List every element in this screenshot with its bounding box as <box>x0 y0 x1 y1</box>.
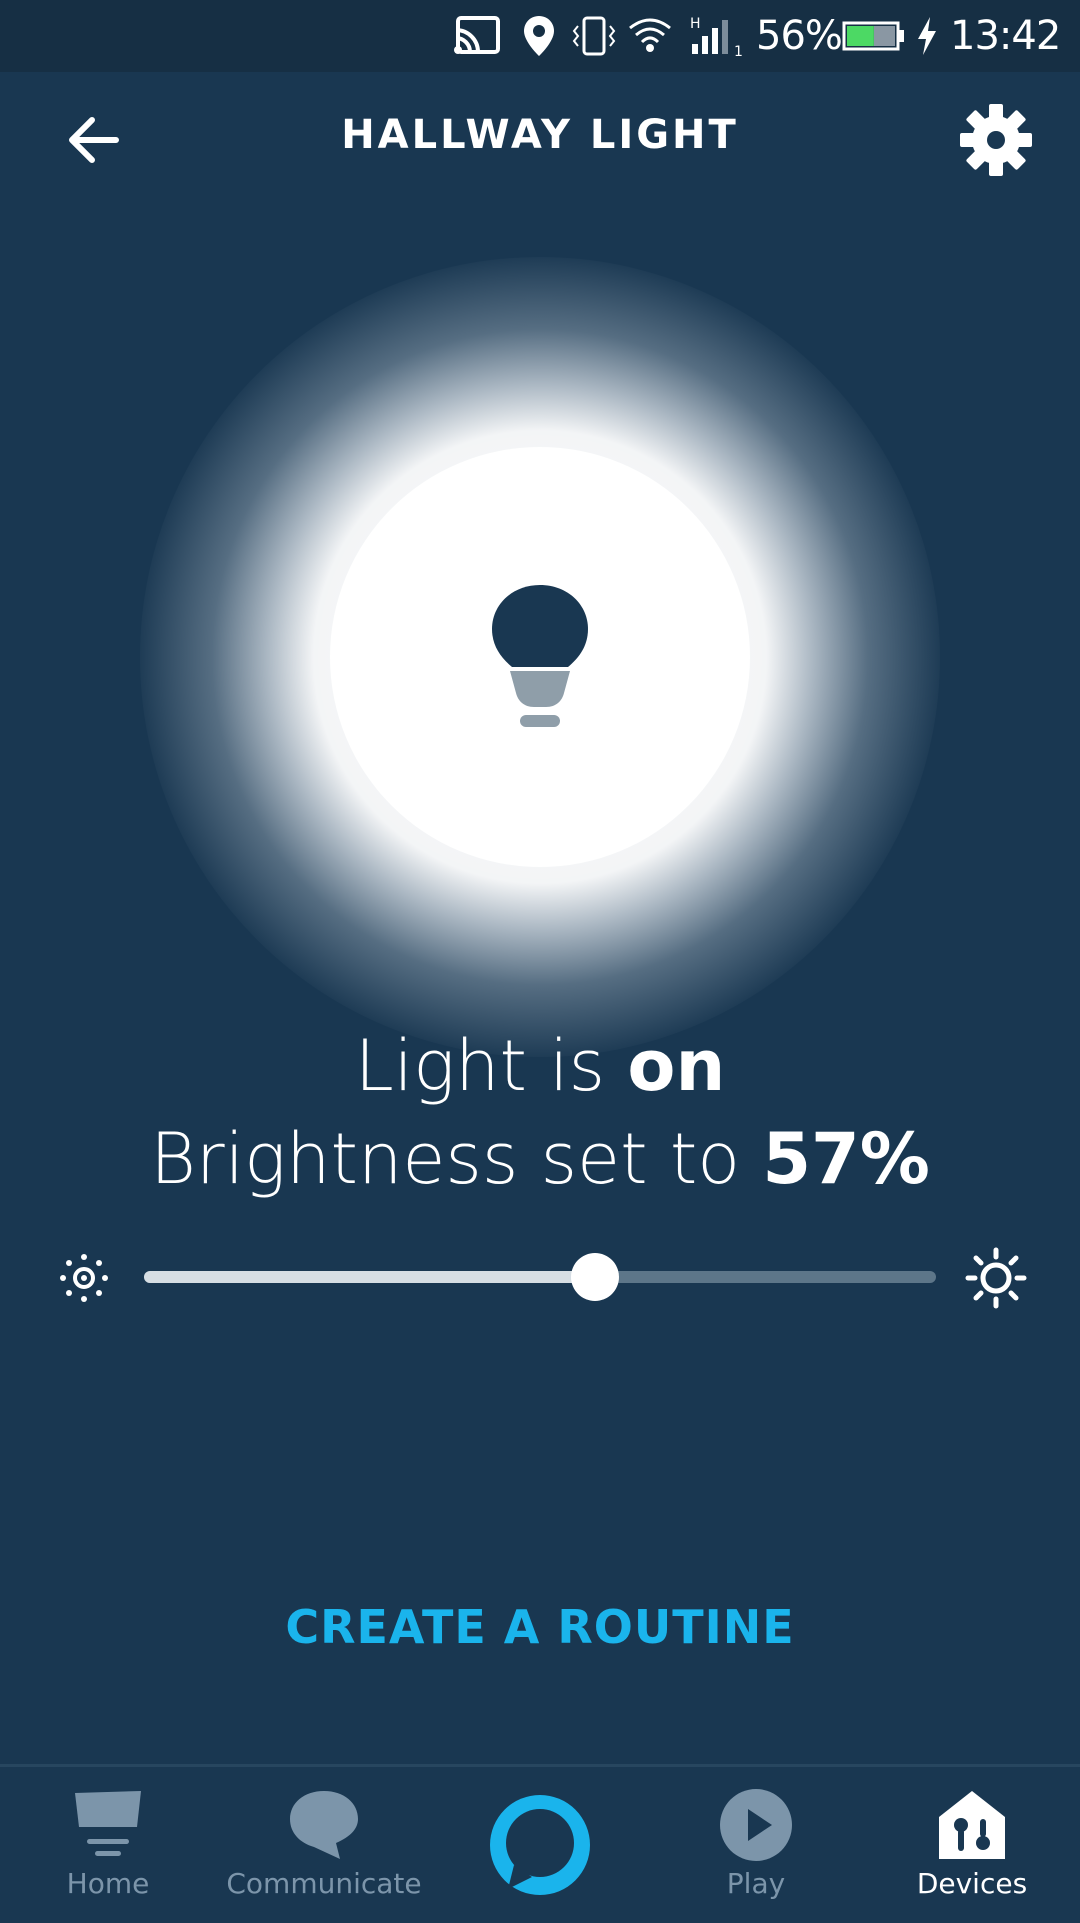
bright-sun-icon <box>965 1247 1027 1309</box>
location-icon <box>522 12 556 60</box>
battery-icon <box>842 12 906 60</box>
vibrate-icon <box>572 12 616 60</box>
light-bulb-icon <box>490 583 590 733</box>
battery-percent: 56% <box>756 13 843 59</box>
charging-icon <box>914 12 940 60</box>
create-routine-button[interactable]: CREATE A ROUTINE <box>0 1600 1080 1654</box>
brightness-slider-thumb[interactable] <box>571 1253 620 1301</box>
nav-alexa[interactable] <box>432 1767 648 1923</box>
signal-icon: H 1 <box>688 12 746 60</box>
nav-play[interactable]: Play <box>648 1767 864 1923</box>
alexa-icon <box>488 1793 592 1901</box>
speech-bubble-icon <box>288 1789 360 1865</box>
cast-icon <box>452 12 502 60</box>
svg-text:1: 1 <box>734 44 743 58</box>
play-icon <box>720 1789 792 1865</box>
brightness-slider[interactable] <box>144 1253 936 1301</box>
light-state-prefix: Light is <box>354 1025 628 1107</box>
devices-icon <box>937 1789 1007 1865</box>
nav-home-label: Home <box>66 1867 150 1900</box>
brightness-text: Brightness set to 57% <box>0 1118 1080 1200</box>
clock: 13:42 <box>950 13 1061 59</box>
home-icon <box>73 1789 143 1865</box>
network-type: H <box>690 16 701 32</box>
brightness-value: 57% <box>762 1118 930 1200</box>
nav-communicate-label: Communicate <box>226 1867 422 1900</box>
light-state-text: Light is on <box>0 1025 1080 1107</box>
status-bar: H 1 56% 13:42 <box>0 0 1080 72</box>
bottom-nav: Home Communicate Play Devices <box>0 1764 1080 1923</box>
nav-communicate[interactable]: Communicate <box>216 1767 432 1923</box>
page-title: HALLWAY LIGHT <box>341 112 739 158</box>
nav-play-label: Play <box>726 1867 786 1900</box>
header: HALLWAY LIGHT <box>0 72 1080 204</box>
dim-sun-icon <box>58 1252 110 1304</box>
brightness-prefix: Brightness set to <box>150 1118 763 1200</box>
gear-icon <box>960 104 1032 176</box>
nav-home[interactable]: Home <box>0 1767 216 1923</box>
nav-devices-label: Devices <box>916 1867 1028 1900</box>
wifi-icon <box>628 12 672 60</box>
nav-devices[interactable]: Devices <box>864 1767 1080 1923</box>
settings-button[interactable] <box>958 102 1034 178</box>
light-state-value: on <box>627 1025 726 1107</box>
brightness-slider-fill <box>144 1271 596 1283</box>
